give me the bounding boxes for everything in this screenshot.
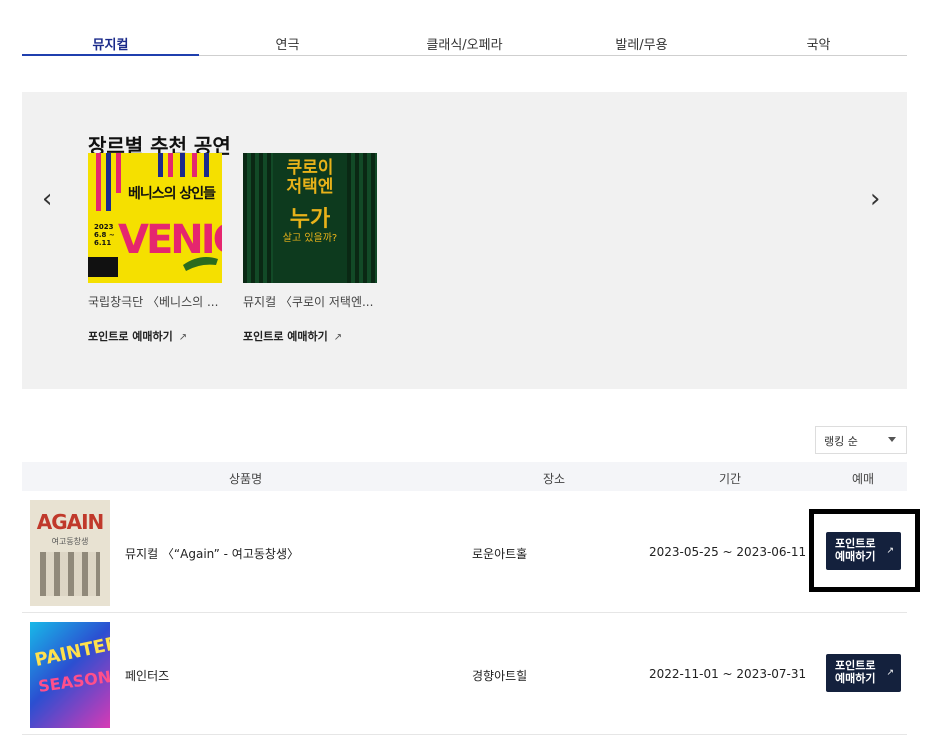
table-row: AGAIN 여고동창생 뮤지컬 〈“Again” - 여고동창생〉 로운아트홀 … <box>22 492 920 613</box>
tab-ballet-dance[interactable]: 발레/무용 <box>553 28 730 55</box>
recommend-book-link[interactable]: 포인트로 예매하기 ↗ <box>88 328 228 344</box>
header-name: 상품명 <box>229 472 263 486</box>
poster-big-text: VENICE <box>118 217 222 263</box>
recommend-book-link[interactable]: 포인트로 예매하기 ↗ <box>243 328 383 344</box>
external-link-icon: ↗ <box>886 546 894 556</box>
header-period: 기간 <box>719 472 742 486</box>
external-link-icon: ↗ <box>178 332 188 343</box>
table-header: 상품명 장소 기간 예매 <box>22 462 907 491</box>
thumb-title: AGAIN <box>36 510 105 534</box>
tab-classic-opera[interactable]: 클래식/오페라 <box>376 28 553 55</box>
table-row: PAINTERS SEASON 페인터즈 경향아트힐 2022-11-01 ~ … <box>22 614 907 735</box>
poster-dates: 2023 6.8 ~ 6.11 <box>94 223 115 247</box>
product-thumbnail[interactable]: PAINTERS SEASON <box>30 622 110 728</box>
chevron-left-icon[interactable]: ‹ <box>42 184 52 214</box>
header-booking: 예매 <box>852 472 875 486</box>
caret-down-icon <box>888 437 896 442</box>
recommend-card-name[interactable]: 국립창극단 〈베니스의 ... <box>88 293 222 310</box>
poster-title-text: 쿠로이 저택엔 <box>286 158 334 197</box>
product-venue: 경향아트힐 <box>472 669 528 683</box>
thumb-subtitle: 여고동창생 <box>51 537 89 546</box>
product-period: 2023-05-25 ~ 2023-06-11 <box>649 545 807 559</box>
poster-image[interactable]: 쿠로이 저택엔 누가 살고 있을까? <box>243 153 377 283</box>
book-link-label: 포인트로 예매하기 <box>88 330 173 343</box>
thumb-subtitle: SEASON <box>37 666 110 697</box>
product-thumbnail[interactable]: AGAIN 여고동창생 <box>30 500 110 606</box>
recommendation-panel: 장르별 추천 공연 ‹ › 베니스의 상인들 VENICE 2023 6.8 ~… <box>22 92 907 389</box>
recommend-card-name[interactable]: 뮤지컬 〈쿠로이 저택엔... <box>243 293 377 310</box>
sort-label: 랭킹 순 <box>824 435 858 448</box>
poster-sub-text: 살고 있을까? <box>282 233 338 244</box>
product-title[interactable]: 뮤지컬 〈“Again” - 여고동창생〉 <box>125 545 299 562</box>
tab-play[interactable]: 연극 <box>199 28 376 55</box>
tab-musical[interactable]: 뮤지컬 <box>22 28 199 56</box>
thumb-figures <box>40 552 100 596</box>
recommend-card[interactable]: 베니스의 상인들 VENICE 2023 6.8 ~ 6.11 국립창극단 〈베… <box>88 153 228 344</box>
book-with-points-button[interactable]: 포인트로 예매하기 ↗ <box>826 654 901 692</box>
thumb-title: PAINTERS <box>32 629 110 672</box>
genre-tabs: 뮤지컬 연극 클래식/오페라 발레/무용 국악 <box>22 28 907 56</box>
product-title[interactable]: 페인터즈 <box>125 667 169 684</box>
poster-title-text: 베니스의 상인들 <box>128 186 216 202</box>
poster-image[interactable]: 베니스의 상인들 VENICE 2023 6.8 ~ 6.11 <box>88 153 222 283</box>
tab-gugak[interactable]: 국악 <box>730 28 907 55</box>
chevron-right-icon[interactable]: › <box>870 184 880 214</box>
product-venue: 로운아트홀 <box>472 547 528 561</box>
recommend-card[interactable]: 쿠로이 저택엔 누가 살고 있을까? 뮤지컬 〈쿠로이 저택엔... 포인트로 … <box>243 153 383 344</box>
external-link-icon: ↗ <box>333 332 343 343</box>
external-link-icon: ↗ <box>886 668 894 678</box>
book-with-points-button[interactable]: 포인트로 예매하기 ↗ <box>826 532 901 570</box>
header-venue: 장소 <box>543 472 566 486</box>
book-link-label: 포인트로 예매하기 <box>243 330 328 343</box>
sort-select[interactable]: 랭킹 순 <box>815 426 907 454</box>
product-period: 2022-11-01 ~ 2023-07-31 <box>649 667 807 681</box>
